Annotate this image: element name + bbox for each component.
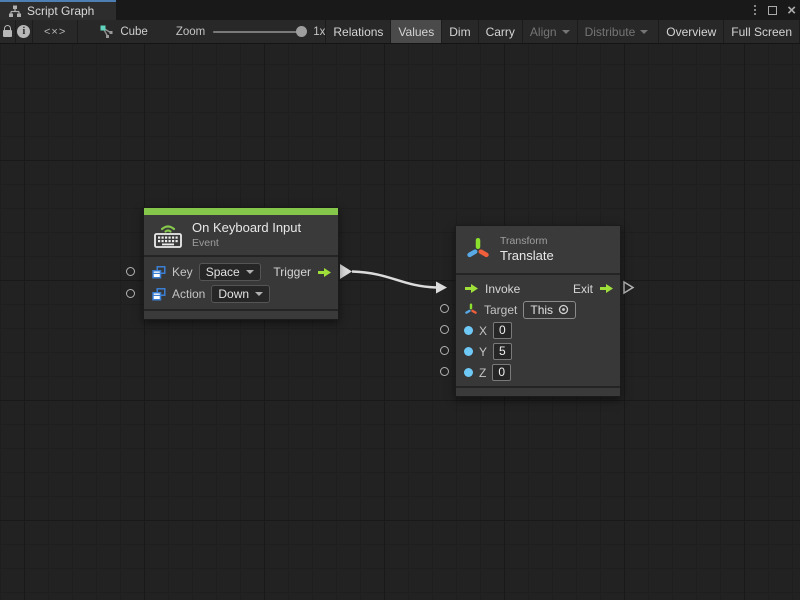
zoom-control: Zoom 1x — [176, 20, 326, 43]
key-dropdown[interactable]: Space — [199, 263, 261, 281]
y-row: Y 5 — [456, 341, 620, 362]
window-menu-icon[interactable] — [752, 3, 758, 17]
target-label: Target — [484, 303, 517, 317]
info-button[interactable]: i — [16, 20, 33, 43]
close-icon[interactable]: × — [787, 3, 796, 18]
tab-title: Script Graph — [27, 4, 94, 18]
flow-arrow-icon — [599, 283, 614, 294]
target-row: Target This — [456, 299, 620, 320]
event-node-subtitle: Event — [192, 237, 301, 250]
translate-node-title: Translate — [500, 248, 554, 264]
action-dropdown[interactable]: Down — [211, 285, 270, 303]
transform-icon — [465, 237, 491, 263]
distribute-button[interactable]: Distribute — [577, 20, 656, 43]
breadcrumb[interactable]: Cube — [100, 20, 148, 43]
graph-hierarchy-icon — [8, 5, 22, 18]
z-value-field[interactable]: 0 — [492, 364, 511, 381]
object-picker-icon — [558, 304, 569, 315]
on-keyboard-input-node[interactable]: On Keyboard Input Event Key Space — [143, 207, 339, 320]
action-row: Action Down — [144, 283, 338, 305]
code-preview-button[interactable]: <×> — [33, 20, 78, 43]
chevron-down-icon — [246, 270, 254, 274]
graph-toolbar: i <×> Cube Zoom 1x Relations V — [0, 20, 800, 44]
connection-wire — [352, 272, 436, 288]
dim-button[interactable]: Dim — [441, 20, 477, 43]
align-button[interactable]: Align — [522, 20, 577, 43]
event-accent-strip — [144, 208, 338, 215]
x-label: X — [479, 324, 487, 338]
chevron-down-icon — [255, 292, 263, 296]
exit-label: Exit — [573, 282, 593, 296]
x-value-field[interactable]: 0 — [493, 322, 512, 339]
invoke-row: Invoke Exit — [456, 278, 620, 299]
chevron-down-icon — [562, 30, 570, 34]
translate-node[interactable]: Transform Translate Invoke Exit — [455, 225, 621, 397]
value-port-icon — [464, 347, 473, 356]
event-node-footer — [144, 309, 338, 319]
exit-output-port[interactable] — [624, 282, 633, 293]
value-port-icon — [464, 326, 473, 335]
maximize-icon[interactable] — [768, 6, 777, 15]
relations-button[interactable]: Relations — [325, 20, 390, 43]
keyboard-event-icon — [153, 222, 183, 248]
lock-icon — [3, 30, 12, 37]
flow-arrow-icon — [317, 267, 332, 278]
invoke-input-port[interactable] — [436, 282, 447, 294]
y-label: Y — [479, 345, 487, 359]
lock-button[interactable] — [0, 20, 16, 43]
graph-canvas[interactable]: On Keyboard Input Event Key Space — [0, 44, 800, 600]
toolbar-buttons: Relations Values Dim Carry Align Distrib… — [325, 20, 800, 43]
zoom-label: Zoom — [176, 26, 205, 38]
trigger-label: Trigger — [273, 265, 311, 279]
enum-value-icon — [152, 288, 166, 301]
event-node-title: On Keyboard Input — [192, 220, 301, 236]
trigger-output-port[interactable] — [340, 264, 352, 279]
overview-button[interactable]: Overview — [658, 20, 723, 43]
zoom-slider[interactable] — [213, 31, 305, 33]
full-screen-button[interactable]: Full Screen — [723, 20, 800, 43]
translate-node-body: Invoke Exit Target — [456, 273, 620, 386]
translate-node-category: Transform — [500, 235, 554, 248]
carry-button[interactable]: Carry — [478, 20, 522, 43]
x-row: X 0 — [456, 320, 620, 341]
event-node-body: Key Space Trigger — [144, 255, 338, 309]
z-row: Z 0 — [456, 362, 620, 383]
tab-bar: Script Graph × — [0, 0, 800, 20]
value-port-icon — [464, 368, 473, 377]
target-object-field[interactable]: This — [523, 301, 576, 319]
code-icon: <×> — [44, 26, 66, 38]
action-input-port[interactable] — [126, 289, 135, 298]
values-button[interactable]: Values — [390, 20, 441, 43]
window-controls: × — [752, 0, 796, 20]
zoom-slider-handle[interactable] — [296, 26, 307, 37]
translate-node-footer — [456, 386, 620, 396]
z-label: Z — [479, 366, 486, 380]
x-input-port[interactable] — [440, 325, 449, 334]
script-graph-window: Script Graph × i <×> Cube Z — [0, 0, 800, 600]
info-icon: i — [17, 25, 30, 38]
graph-breadcrumb-icon — [100, 25, 114, 39]
chevron-down-icon — [640, 30, 648, 34]
y-input-port[interactable] — [440, 346, 449, 355]
tab-script-graph[interactable]: Script Graph — [0, 0, 116, 20]
zoom-value: 1x — [313, 26, 325, 38]
connection-layer — [0, 44, 800, 600]
z-input-port[interactable] — [440, 367, 449, 376]
key-row: Key Space Trigger — [144, 261, 338, 283]
y-value-field[interactable]: 5 — [493, 343, 512, 360]
key-label: Key — [172, 265, 193, 279]
action-label: Action — [172, 287, 205, 301]
breadcrumb-label: Cube — [120, 26, 148, 38]
key-input-port[interactable] — [126, 267, 135, 276]
flow-arrow-icon — [464, 283, 479, 294]
event-node-header[interactable]: On Keyboard Input Event — [144, 215, 338, 255]
enum-value-icon — [152, 266, 166, 279]
target-input-port[interactable] — [440, 304, 449, 313]
transform-mini-icon — [464, 303, 478, 317]
invoke-label: Invoke — [485, 282, 520, 296]
translate-node-header[interactable]: Transform Translate — [456, 226, 620, 273]
